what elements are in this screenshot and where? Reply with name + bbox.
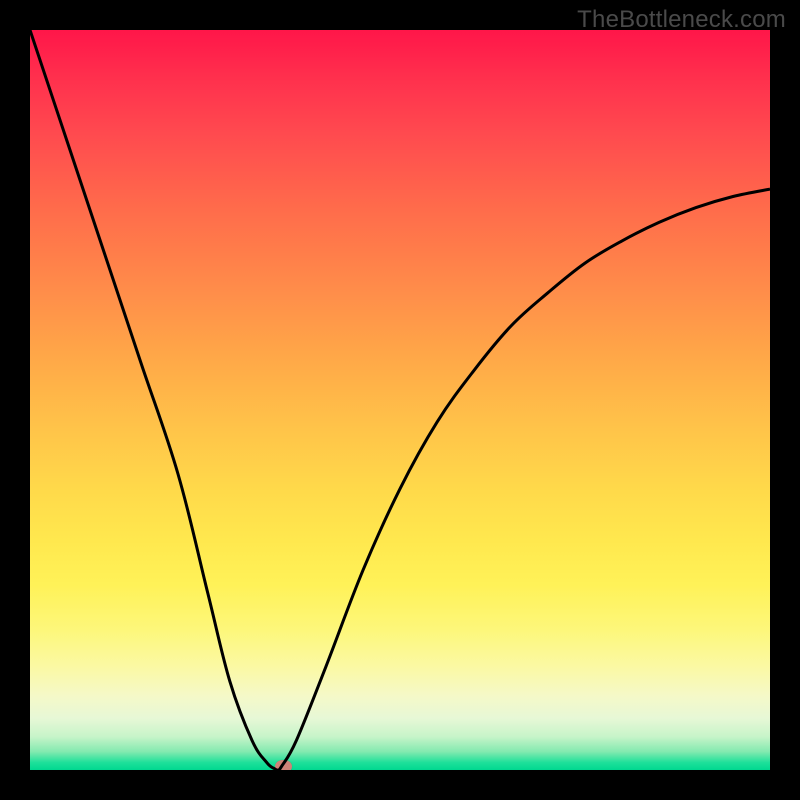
curve-path (30, 30, 770, 770)
plot-area (30, 30, 770, 770)
chart-frame: TheBottleneck.com (0, 0, 800, 800)
watermark-text: TheBottleneck.com (577, 6, 786, 34)
bottleneck-curve (30, 30, 770, 770)
